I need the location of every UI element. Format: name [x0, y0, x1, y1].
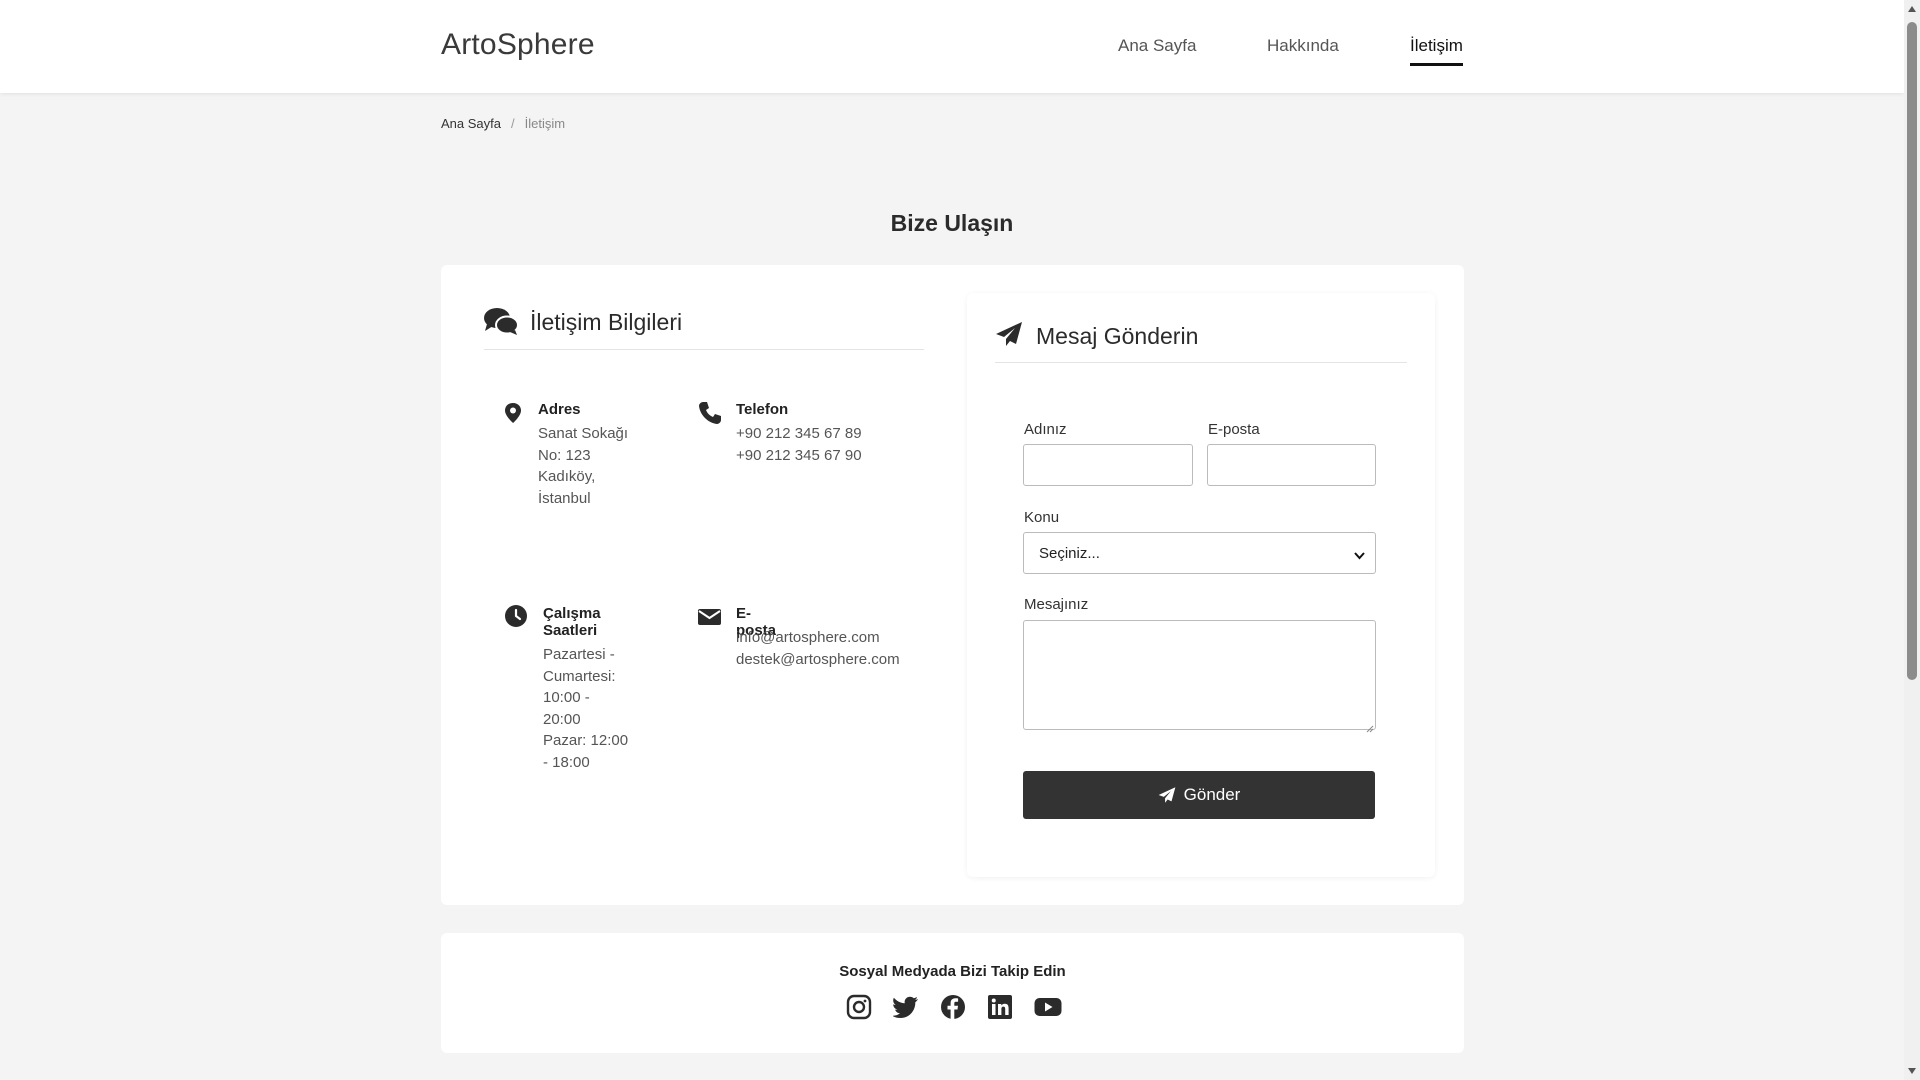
nav-home[interactable]: Ana Sayfa [1118, 36, 1196, 56]
facebook-icon[interactable] [940, 994, 966, 1020]
youtube-icon[interactable] [1034, 994, 1061, 1020]
info-header: İletişim Bilgileri [484, 305, 924, 350]
brand-logo[interactable]: ArtoSphere [441, 28, 595, 62]
breadcrumb-home[interactable]: Ana Sayfa [441, 116, 501, 131]
scroll-down-icon[interactable] [1908, 1068, 1916, 1074]
send-button-label: Gönder [1183, 785, 1241, 804]
name-input[interactable] [1023, 444, 1193, 486]
linkedin-icon[interactable] [987, 994, 1013, 1020]
paper-plane-icon [995, 321, 1023, 347]
site-header: ArtoSphere Ana Sayfa Hakkında İletişim [0, 0, 1904, 93]
map-pin-icon [505, 401, 527, 425]
clock-icon [505, 605, 527, 629]
form-title: Mesaj Gönderin [1036, 323, 1199, 349]
form-header: Mesaj Gönderin [995, 317, 1407, 363]
email-field[interactable] [1207, 444, 1376, 486]
page-scrollbar[interactable] [1904, 0, 1920, 1080]
phone-value: +90 212 345 67 89 +90 212 345 67 90 [736, 425, 862, 464]
hours-value: Pazartesi - Cumartesi: 10:00 -20:00 Pazar: … [543, 646, 629, 771]
contact-card: İletişim Bilgileri Adres Sanat Sokağı No:… [441, 265, 1464, 905]
breadcrumb-current: İletişim [524, 116, 566, 131]
breadcrumb-separator: / [511, 116, 515, 131]
message-textarea[interactable] [1023, 620, 1376, 730]
name-label: Adınız [1024, 421, 1067, 438]
email-value: info@artosphere.com destek@artosphere.com [736, 629, 900, 668]
address-label: Adres [538, 401, 581, 418]
nav-contact[interactable]: İletişim [1410, 36, 1463, 66]
subject-label: Konu [1024, 509, 1060, 526]
chevron-down-icon [1354, 548, 1365, 560]
scrollbar-thumb[interactable] [1907, 22, 1917, 680]
info-title: İletişim Bilgileri [530, 309, 683, 335]
social-title: Sosyal Medyada Bizi Takip Edin [839, 963, 1066, 980]
hours-label: Çalışma Saatleri [543, 605, 601, 639]
comments-icon [484, 307, 519, 335]
twitter-icon[interactable] [891, 994, 919, 1020]
address-value: Sanat Sokağı No: 123 Kadıköy, İstanbul [538, 425, 629, 507]
social-icons [441, 994, 1464, 1020]
page-title: Bize Ulaşın [890, 210, 1014, 236]
breadcrumb: Ana Sayfa / İletişim [441, 116, 565, 131]
message-label: Mesajınız [1024, 596, 1089, 613]
message-form: Mesaj Gönderin Adınız E-posta Konu Seçin… [967, 293, 1435, 877]
social-card: Sosyal Medyada Bizi Takip Edin [441, 933, 1464, 1053]
paper-plane-icon [1158, 787, 1175, 803]
send-button[interactable]: Gönder [1023, 771, 1375, 819]
email-field-label: E-posta [1208, 421, 1260, 438]
envelope-icon [698, 605, 721, 629]
phone-label: Telefon [736, 401, 789, 418]
scroll-up-icon[interactable] [1908, 6, 1916, 12]
instagram-icon[interactable] [846, 994, 872, 1020]
nav-about[interactable]: Hakkında [1267, 36, 1339, 56]
subject-selected: Seçiniz... [1039, 545, 1100, 562]
subject-select[interactable]: Seçiniz... [1023, 532, 1376, 574]
phone-icon [698, 401, 721, 425]
